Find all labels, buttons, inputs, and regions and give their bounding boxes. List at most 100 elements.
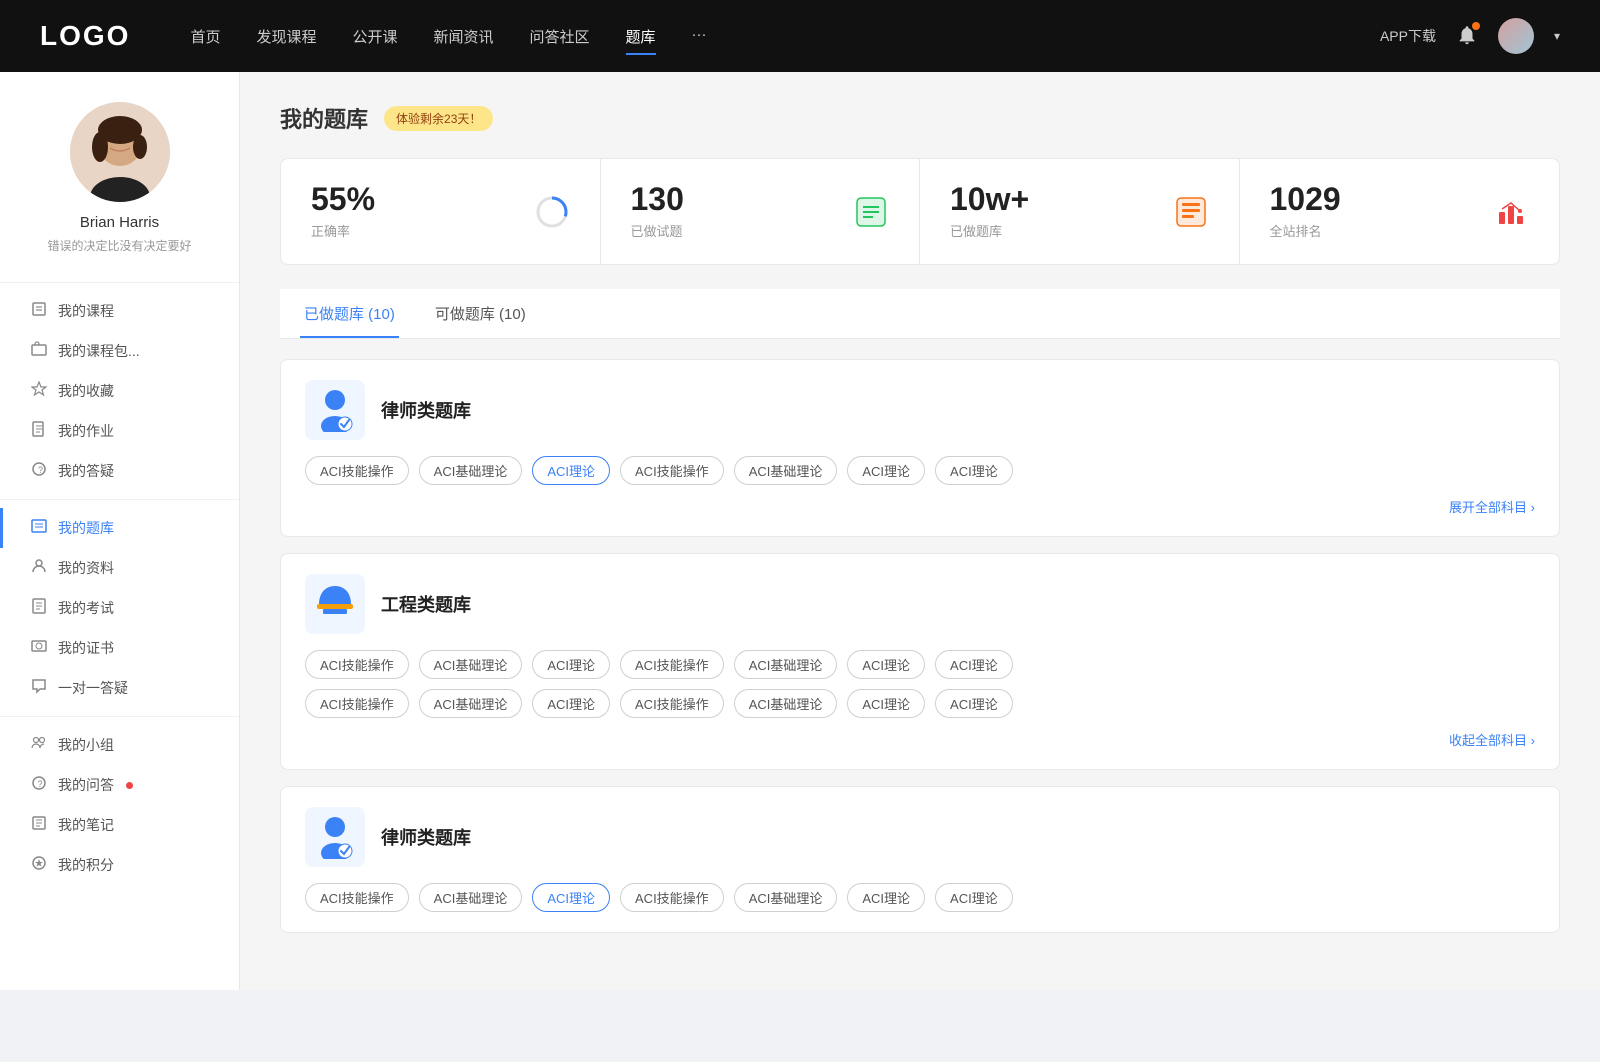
tag[interactable]: ACI基础理论 xyxy=(734,650,838,679)
navbar-right: APP下载 ▾ xyxy=(1380,18,1560,54)
user-chevron[interactable]: ▾ xyxy=(1554,29,1560,43)
tag[interactable]: ACI技能操作 xyxy=(620,689,724,718)
notes-icon xyxy=(30,815,48,835)
stat-done-banks: 10w+ 已做题库 xyxy=(920,159,1240,264)
sidebar-label-course-package: 我的课程包... xyxy=(58,341,140,361)
sidebar-label-points: 我的积分 xyxy=(58,855,114,875)
tag[interactable]: ACI技能操作 xyxy=(620,650,724,679)
tabs-row: 已做题库 (10) 可做题库 (10) xyxy=(280,289,1560,339)
sidebar-item-homework[interactable]: 我的作业 xyxy=(0,411,239,451)
tag[interactable]: ACI理论 xyxy=(847,456,925,485)
nav-open-course[interactable]: 公开课 xyxy=(352,22,397,51)
homework-icon xyxy=(30,421,48,441)
qbank-2-header: 工程类题库 xyxy=(305,574,1535,634)
tag[interactable]: ACI理论 xyxy=(935,689,1013,718)
sidebar-item-favorites[interactable]: 我的收藏 xyxy=(0,371,239,411)
notification-bell[interactable] xyxy=(1456,24,1478,49)
stat-rank-text: 1029 全站排名 xyxy=(1270,183,1478,240)
tag[interactable]: ACI技能操作 xyxy=(305,650,409,679)
sidebar-item-profile[interactable]: 我的资料 xyxy=(0,548,239,588)
tag[interactable]: ACI技能操作 xyxy=(305,883,409,912)
tag[interactable]: ACI理论 xyxy=(935,650,1013,679)
sidebar-item-notes[interactable]: 我的笔记 xyxy=(0,805,239,845)
stat-rank-label: 全站排名 xyxy=(1270,221,1478,240)
tag[interactable]: ACI技能操作 xyxy=(620,456,724,485)
qbank-icon xyxy=(30,518,48,538)
tag[interactable]: ACI基础理论 xyxy=(734,689,838,718)
sidebar-item-my-course[interactable]: 我的课程 xyxy=(0,291,239,331)
certificate-icon xyxy=(30,638,48,658)
sidebar-divider-2 xyxy=(0,499,239,500)
avatar-illustration xyxy=(70,102,170,202)
tag[interactable]: ACI技能操作 xyxy=(620,883,724,912)
nav-discover[interactable]: 发现课程 xyxy=(256,22,316,51)
user-avatar[interactable] xyxy=(1498,18,1534,54)
tag[interactable]: ACI理论 xyxy=(847,650,925,679)
content-header: 我的题库 体验剩余23天！ xyxy=(280,102,1560,134)
tag[interactable]: ACI基础理论 xyxy=(734,456,838,485)
tag[interactable]: ACI理论 xyxy=(532,689,610,718)
app-download-link[interactable]: APP下载 xyxy=(1380,26,1436,46)
chat-icon xyxy=(30,678,48,698)
qbank-1-header: 律师类题库 xyxy=(305,380,1535,440)
avatar-image xyxy=(1498,18,1534,54)
tag[interactable]: ACI理论 xyxy=(532,650,610,679)
sidebar-item-group[interactable]: 我的小组 xyxy=(0,725,239,765)
tag[interactable]: ACI基础理论 xyxy=(734,883,838,912)
tag[interactable]: ACI基础理论 xyxy=(419,650,523,679)
sidebar-label-qbank: 我的题库 xyxy=(58,518,114,538)
sidebar-label-my-qa: 我的问答 xyxy=(58,775,114,795)
tag[interactable]: ACI基础理论 xyxy=(419,689,523,718)
notification-dot xyxy=(1472,22,1480,30)
tag[interactable]: ACI理论 xyxy=(935,456,1013,485)
main-content: 我的题库 体验剩余23天！ 55% 正确率 xyxy=(240,72,1600,990)
tag[interactable]: ACI基础理论 xyxy=(419,883,523,912)
sidebar-label-questions: 我的答疑 xyxy=(58,461,114,481)
tag[interactable]: ACI理论 xyxy=(847,689,925,718)
group-icon xyxy=(30,735,48,755)
qbank-1-title: 律师类题库 xyxy=(381,397,471,423)
logo: LOGO xyxy=(40,20,130,52)
tag-active[interactable]: ACI理论 xyxy=(532,456,610,485)
sidebar-item-questions[interactable]: ? 我的答疑 xyxy=(0,451,239,491)
tab-done[interactable]: 已做题库 (10) xyxy=(300,289,399,338)
tag[interactable]: ACI基础理论 xyxy=(419,456,523,485)
sidebar-item-qbank[interactable]: 我的题库 xyxy=(0,508,239,548)
qbank-1-tags: ACI技能操作 ACI基础理论 ACI理论 ACI技能操作 ACI基础理论 AC… xyxy=(305,456,1535,485)
sidebar-item-exam[interactable]: 我的考试 xyxy=(0,588,239,628)
stat-done-text: 130 已做试题 xyxy=(631,183,838,240)
tab-available[interactable]: 可做题库 (10) xyxy=(431,289,530,338)
sidebar-item-course-package[interactable]: 我的课程包... xyxy=(0,331,239,371)
sidebar-item-one-on-one[interactable]: 一对一答疑 xyxy=(0,668,239,708)
qbank-1-icon xyxy=(305,380,365,440)
qbank-card-3: 律师类题库 ACI技能操作 ACI基础理论 ACI理论 ACI技能操作 ACI基… xyxy=(280,786,1560,933)
nav-menu: 首页 发现课程 公开课 新闻资讯 问答社区 题库 ··· xyxy=(190,22,1380,51)
nav-more[interactable]: ··· xyxy=(692,22,707,51)
user-avatar-large xyxy=(70,102,170,202)
sidebar-label-group: 我的小组 xyxy=(58,735,114,755)
qbank-3-header: 律师类题库 xyxy=(305,807,1535,867)
tag[interactable]: ACI理论 xyxy=(847,883,925,912)
stat-banks-label: 已做题库 xyxy=(950,221,1157,240)
sidebar-profile: Brian Harris 错误的决定比没有决定要好 xyxy=(0,72,239,274)
svg-text:?: ? xyxy=(38,465,43,475)
tag[interactable]: ACI理论 xyxy=(935,883,1013,912)
tag[interactable]: ACI技能操作 xyxy=(305,456,409,485)
sidebar-item-my-qa[interactable]: ? 我的问答 xyxy=(0,765,239,805)
nav-qa[interactable]: 问答社区 xyxy=(530,22,590,51)
nav-qbank[interactable]: 题库 xyxy=(626,22,656,51)
sidebar-item-points[interactable]: 我的积分 xyxy=(0,845,239,885)
profile-icon xyxy=(30,558,48,578)
sidebar: Brian Harris 错误的决定比没有决定要好 我的课程 我的课程包... … xyxy=(0,72,240,990)
nav-home[interactable]: 首页 xyxy=(190,22,220,51)
nav-news[interactable]: 新闻资讯 xyxy=(434,22,494,51)
stat-banks-value: 10w+ xyxy=(950,183,1157,215)
my-qa-icon: ? xyxy=(30,775,48,795)
qbank-2-collapse[interactable]: 收起全部科目 › xyxy=(305,730,1535,749)
tag-active[interactable]: ACI理论 xyxy=(532,883,610,912)
sidebar-item-certificate[interactable]: 我的证书 xyxy=(0,628,239,668)
qbank-1-expand[interactable]: 展开全部科目 › xyxy=(305,497,1535,516)
exam-icon xyxy=(30,598,48,618)
tag[interactable]: ACI技能操作 xyxy=(305,689,409,718)
points-icon xyxy=(30,855,48,875)
